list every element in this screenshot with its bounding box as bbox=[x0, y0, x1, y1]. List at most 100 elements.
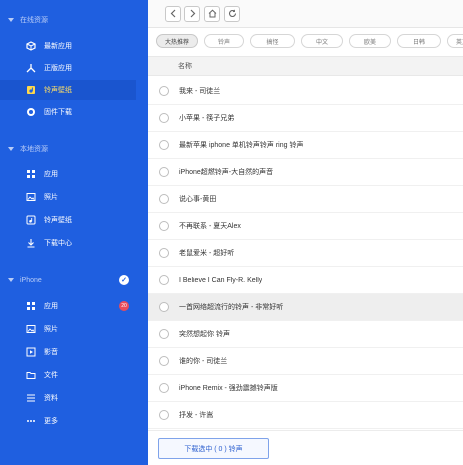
category-chip[interactable]: 中文 bbox=[301, 34, 343, 48]
more-icon bbox=[26, 416, 36, 426]
column-header-name[interactable]: 名称 bbox=[148, 56, 463, 76]
home-icon bbox=[208, 9, 217, 20]
table-row[interactable]: 最新苹果 iphone 单机铃声铃声 ring 铃声 bbox=[148, 132, 463, 159]
row-radio[interactable] bbox=[159, 383, 169, 393]
device-connected-icon: ✓ bbox=[119, 275, 129, 285]
sidebar-item-label: 正版应用 bbox=[44, 65, 72, 72]
download-icon bbox=[26, 238, 36, 248]
sidebar-item-label: 下载中心 bbox=[44, 240, 72, 247]
sidebar-item-download-center[interactable]: 下载中心 bbox=[0, 233, 136, 253]
table-row[interactable]: 谁的你 - 司徒兰 bbox=[148, 348, 463, 375]
toolbar bbox=[148, 0, 463, 28]
table-row[interactable]: 小苹果 - 筷子兄弟 bbox=[148, 105, 463, 132]
ringtone-title: iPhone Remix - 强劲震撼铃声版 bbox=[179, 385, 278, 392]
sidebar-item-latest-apps[interactable]: 最新应用 bbox=[0, 36, 136, 56]
refresh-button[interactable] bbox=[224, 6, 240, 22]
home-button[interactable] bbox=[204, 6, 220, 22]
category-chip[interactable]: 大热推荐 bbox=[156, 34, 198, 48]
apps-count-badge: 20 bbox=[119, 301, 129, 311]
ringtone-title: 老鼠爱米 - 超好听 bbox=[179, 250, 235, 257]
sidebar-item-label: 照片 bbox=[44, 194, 58, 201]
row-radio[interactable] bbox=[159, 167, 169, 177]
sidebar-item-label: 应用 bbox=[44, 171, 58, 178]
sidebar-item-label: 更多 bbox=[44, 418, 58, 425]
sidebar-item-label: 照片 bbox=[44, 326, 58, 333]
sidebar-item-iphone-files[interactable]: 文件 bbox=[0, 365, 136, 385]
row-radio[interactable] bbox=[159, 275, 169, 285]
table-row[interactable]: 突然想起你 铃声 bbox=[148, 321, 463, 348]
ringtone-title: I Believe I Can Fly-R. Kelly bbox=[179, 276, 263, 284]
category-chip[interactable]: 英文 bbox=[447, 34, 463, 48]
forward-button[interactable] bbox=[184, 6, 200, 22]
sidebar-item-local-ringtones[interactable]: 铃声壁纸 bbox=[0, 210, 136, 230]
sidebar-item-iphone-info[interactable]: 资料 bbox=[0, 388, 136, 408]
music-box-icon bbox=[26, 215, 36, 225]
row-radio[interactable] bbox=[159, 194, 169, 204]
list-icon bbox=[26, 393, 36, 403]
table-row[interactable]: iPhone Remix - 强劲震撼铃声版 bbox=[148, 375, 463, 402]
ringtone-title: 最新苹果 iphone 单机铃声铃声 ring 铃声 bbox=[179, 142, 304, 149]
table-row[interactable]: I Believe I Can Fly-R. Kelly bbox=[148, 267, 463, 294]
category-chip[interactable]: 日韩 bbox=[397, 34, 441, 48]
sidebar-item-official-apps[interactable]: 正版应用 bbox=[0, 58, 136, 78]
collapse-triangle-icon bbox=[8, 18, 14, 22]
table-row[interactable]: 我来 - 司徒兰 bbox=[148, 78, 463, 105]
sidebar-item-label: 最新应用 bbox=[44, 43, 72, 50]
ringtone-title: 我来 - 司徒兰 bbox=[179, 88, 221, 95]
category-filter-bar: 大热推荐 铃声 搞怪 中文 欧美 日韩 英文 bbox=[148, 30, 463, 52]
row-radio[interactable] bbox=[159, 140, 169, 150]
main-panel: 大热推荐 铃声 搞怪 中文 欧美 日韩 英文 名称 我来 - 司徒兰 小苹果 -… bbox=[148, 0, 463, 465]
collapse-triangle-icon bbox=[8, 278, 14, 282]
row-radio[interactable] bbox=[159, 410, 169, 420]
category-chip[interactable]: 搞怪 bbox=[250, 34, 295, 48]
sidebar-item-label: 影音 bbox=[44, 349, 58, 356]
row-radio[interactable] bbox=[159, 113, 169, 123]
row-radio[interactable] bbox=[159, 221, 169, 231]
image-icon bbox=[26, 324, 36, 334]
row-radio[interactable] bbox=[159, 248, 169, 258]
ringtone-title: 说心事-黄田 bbox=[179, 196, 217, 203]
section-online[interactable]: 在线资源 bbox=[8, 14, 48, 26]
table-row[interactable]: 说心事-黄田 bbox=[148, 186, 463, 213]
grid-icon bbox=[26, 301, 36, 311]
sidebar-item-ringtones-online[interactable]: 铃声壁纸 bbox=[0, 80, 136, 100]
image-icon bbox=[26, 192, 36, 202]
row-radio[interactable] bbox=[159, 329, 169, 339]
refresh-icon bbox=[228, 9, 237, 20]
row-radio[interactable] bbox=[159, 356, 169, 366]
ringtone-title: 一首网络超流行的铃声 - 非常好听 bbox=[179, 304, 284, 311]
category-chip[interactable]: 铃声 bbox=[204, 34, 244, 48]
cube-icon bbox=[26, 41, 36, 51]
sidebar-item-iphone-apps[interactable]: 应用 bbox=[0, 296, 136, 316]
row-radio[interactable] bbox=[159, 302, 169, 312]
row-radio[interactable] bbox=[159, 86, 169, 96]
bottom-bar: 下载选中 ( 0 ) 铃声 bbox=[148, 430, 463, 465]
ringtone-title: 小苹果 - 筷子兄弟 bbox=[179, 115, 235, 122]
sidebar-item-iphone-photos[interactable]: 照片 bbox=[0, 319, 136, 339]
sidebar-item-label: 铃声壁纸 bbox=[44, 217, 72, 224]
section-label: 在线资源 bbox=[20, 17, 48, 24]
sidebar-item-local-apps[interactable]: 应用 bbox=[0, 164, 136, 184]
section-iphone[interactable]: iPhone bbox=[8, 274, 42, 286]
table-row[interactable]: iPhone超燃铃声-大自然的声音 bbox=[148, 159, 463, 186]
video-icon bbox=[26, 347, 36, 357]
table-row[interactable]: 老鼠爱米 - 超好听 bbox=[148, 240, 463, 267]
sidebar-item-label: 铃声壁纸 bbox=[44, 87, 72, 94]
sidebar-item-iphone-media[interactable]: 影音 bbox=[0, 342, 136, 362]
collapse-triangle-icon bbox=[8, 147, 14, 151]
sidebar-item-firmware[interactable]: 固件下载 bbox=[0, 102, 136, 122]
table-row-highlighted[interactable]: 一首网络超流行的铃声 - 非常好听 bbox=[148, 294, 463, 321]
sidebar-item-label: 固件下载 bbox=[44, 109, 72, 116]
ringtone-title: 突然想起你 铃声 bbox=[179, 331, 230, 338]
sidebar-item-label: 文件 bbox=[44, 372, 58, 379]
chevron-right-icon bbox=[188, 9, 197, 20]
category-chip[interactable]: 欧美 bbox=[349, 34, 391, 48]
download-selected-button[interactable]: 下载选中 ( 0 ) 铃声 bbox=[158, 438, 269, 459]
table-row[interactable]: 抒发 - 许嵩 bbox=[148, 402, 463, 429]
section-local[interactable]: 本地资源 bbox=[8, 143, 48, 155]
sidebar-item-more[interactable]: 更多 bbox=[0, 411, 136, 431]
back-button[interactable] bbox=[165, 6, 181, 22]
sidebar-item-label: 资料 bbox=[44, 395, 58, 402]
table-row[interactable]: 不再联系 - 夏天Alex bbox=[148, 213, 463, 240]
sidebar-item-local-photos[interactable]: 照片 bbox=[0, 187, 136, 207]
